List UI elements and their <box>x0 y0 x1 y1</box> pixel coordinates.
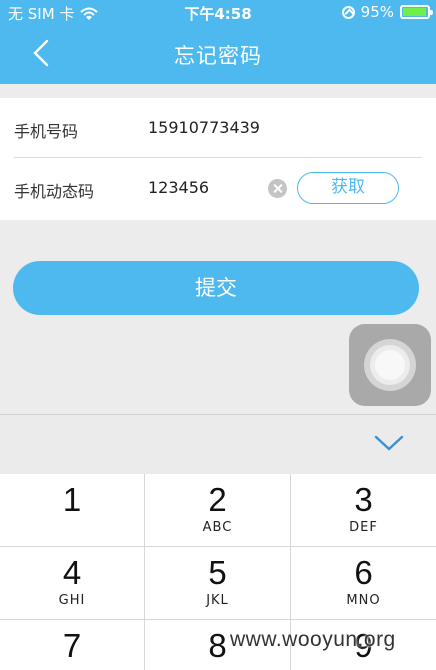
get-code-button[interactable]: 获取 <box>297 172 399 204</box>
forgot-password-form: 手机号码 15910773439 手机动态码 123456 获取 <box>0 98 436 220</box>
key-letters: DEF <box>349 520 378 535</box>
key-3[interactable]: 3 DEF <box>291 474 436 547</box>
top-bar: 无 SIM 卡 下午4:58 95% 忘记密码 <box>0 0 436 84</box>
battery-icon <box>400 5 433 19</box>
key-letters: MNO <box>346 593 381 608</box>
key-digit: 1 <box>62 481 82 518</box>
key-letters: JKL <box>206 593 229 608</box>
assistive-touch-center <box>375 350 405 380</box>
navigation-bar: 忘记密码 <box>0 24 436 84</box>
key-1[interactable]: 1 <box>0 474 145 547</box>
code-input[interactable]: 123456 <box>148 178 209 197</box>
status-right-group: 95% <box>341 3 433 21</box>
phone-input[interactable]: 15910773439 <box>148 118 260 137</box>
code-label: 手机动态码 <box>14 182 95 201</box>
key-4[interactable]: 4 GHI <box>0 547 145 620</box>
key-digit: 7 <box>62 627 82 664</box>
key-5[interactable]: 5 JKL <box>145 547 291 620</box>
battery-fill <box>403 8 426 16</box>
submit-button[interactable]: 提交 <box>13 261 419 315</box>
key-digit: 3 <box>354 481 373 518</box>
watermark-text: www.wooyun.org <box>230 628 396 651</box>
chevron-down-icon[interactable] <box>372 433 406 453</box>
keyboard-toolbar <box>0 414 436 474</box>
key-digit: 2 <box>208 481 227 518</box>
key-letters: ABC <box>202 520 233 535</box>
key-6[interactable]: 6 MNO <box>291 547 436 620</box>
key-letters: GHI <box>58 593 86 608</box>
status-bar: 无 SIM 卡 下午4:58 95% <box>0 0 436 24</box>
code-row: 手机动态码 123456 获取 <box>0 158 436 218</box>
key-digit: 5 <box>208 554 227 591</box>
key-digit: 4 <box>62 554 82 591</box>
phone-row: 手机号码 15910773439 <box>0 98 436 158</box>
key-2[interactable]: 2 ABC <box>145 474 291 547</box>
assistive-touch-button[interactable] <box>349 324 431 406</box>
phone-label: 手机号码 <box>14 122 79 141</box>
key-7[interactable]: 7 <box>0 620 145 670</box>
rotation-lock-icon <box>341 5 355 19</box>
clear-circle-icon[interactable] <box>268 179 287 198</box>
page-title: 忘记密码 <box>174 44 262 68</box>
battery-percent: 95% <box>360 3 394 21</box>
key-digit: 6 <box>354 554 373 591</box>
